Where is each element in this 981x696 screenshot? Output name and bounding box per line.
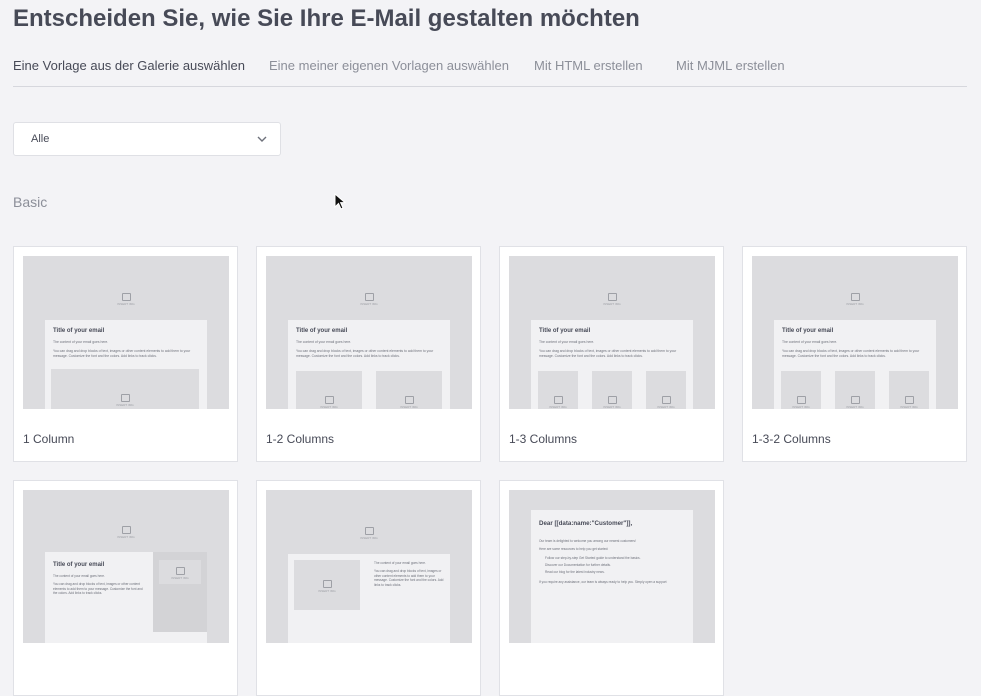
tab-gallery[interactable]: Eine Vorlage aus der Galerie auswählen (13, 58, 245, 73)
template-preview: Dear [[data:name:"Customer"]], Our team … (509, 490, 715, 643)
image-icon (797, 396, 806, 404)
image-placeholder: INSERT IMG (376, 371, 442, 409)
image-placeholder: INSERT IMG (45, 510, 207, 552)
template-preview: INSERT IMG Title of your email The conte… (266, 256, 472, 409)
image-icon (405, 396, 414, 404)
image-icon (176, 567, 185, 575)
image-icon (121, 394, 130, 402)
image-icon (905, 396, 914, 404)
template-preview: INSERT IMG INSERT IMG Title of your emai… (23, 490, 229, 643)
template-card-1-3-2-columns[interactable]: INSERT IMG Title of your email The conte… (742, 246, 967, 462)
category-select-value: Alle (31, 133, 50, 145)
chevron-down-icon (257, 136, 267, 142)
image-icon (851, 293, 860, 301)
image-placeholder: INSERT IMG (294, 560, 360, 610)
tab-own-templates[interactable]: Eine meiner eigenen Vorlagen auswählen (269, 58, 509, 73)
template-name: 1-3-2 Columns (752, 432, 831, 446)
template-name: 1-2 Columns (266, 432, 335, 446)
image-placeholder: INSERT IMG (835, 371, 875, 409)
template-card-1-2-columns[interactable]: INSERT IMG Title of your email The conte… (256, 246, 481, 462)
section-heading-basic: Basic (13, 194, 48, 210)
template-name: 1 Column (23, 432, 75, 446)
page-title: Entscheiden Sie, wie Sie Ihre E-Mail ges… (13, 5, 640, 32)
tab-mjml[interactable]: Mit MJML erstellen (676, 58, 785, 73)
image-icon (608, 396, 617, 404)
image-icon (325, 396, 334, 404)
image-icon (554, 396, 563, 404)
template-preview: INSERT IMG Title of your email The conte… (23, 256, 229, 409)
template-card-1-column[interactable]: INSERT IMG Title of your email The conte… (13, 246, 238, 462)
template-preview: INSERT IMG Title of your email The conte… (509, 256, 715, 409)
sidebar-column: INSERT IMG (153, 552, 207, 632)
template-preview: INSERT IMG Title of your email The conte… (752, 256, 958, 409)
tab-bar: Eine Vorlage aus der Galerie auswählen E… (13, 58, 967, 87)
image-icon (122, 293, 131, 301)
image-placeholder: INSERT IMG (592, 371, 632, 409)
image-icon (365, 293, 374, 301)
image-placeholder: INSERT IMG (288, 276, 450, 320)
image-placeholder: INSERT IMG (51, 369, 199, 409)
image-placeholder: INSERT IMG (538, 371, 578, 409)
image-placeholder: INSERT IMG (646, 371, 686, 409)
image-placeholder: INSERT IMG (45, 276, 207, 320)
mouse-cursor-icon (334, 193, 346, 210)
tab-html[interactable]: Mit HTML erstellen (534, 58, 643, 73)
template-card-1-3-columns[interactable]: INSERT IMG Title of your email The conte… (499, 246, 724, 462)
image-placeholder: INSERT IMG (159, 560, 201, 584)
image-icon (122, 526, 131, 534)
image-icon (662, 396, 671, 404)
image-placeholder: INSERT IMG (288, 510, 450, 554)
image-icon (608, 293, 617, 301)
image-placeholder: INSERT IMG (889, 371, 929, 409)
template-card-5[interactable]: INSERT IMG INSERT IMG Title of your emai… (13, 480, 238, 696)
template-preview: INSERT IMG INSERT IMG The content of you… (266, 490, 472, 643)
image-placeholder: INSERT IMG (531, 276, 693, 320)
image-icon (365, 527, 374, 535)
image-icon (323, 580, 332, 588)
template-name: 1-3 Columns (509, 432, 578, 446)
category-select[interactable]: Alle (13, 122, 281, 156)
template-card-7[interactable]: Dear [[data:name:"Customer"]], Our team … (499, 480, 724, 696)
template-card-6[interactable]: INSERT IMG INSERT IMG The content of you… (256, 480, 481, 696)
image-placeholder: INSERT IMG (781, 371, 821, 409)
image-placeholder: INSERT IMG (296, 371, 362, 409)
image-icon (851, 396, 860, 404)
image-placeholder: INSERT IMG (774, 276, 936, 320)
